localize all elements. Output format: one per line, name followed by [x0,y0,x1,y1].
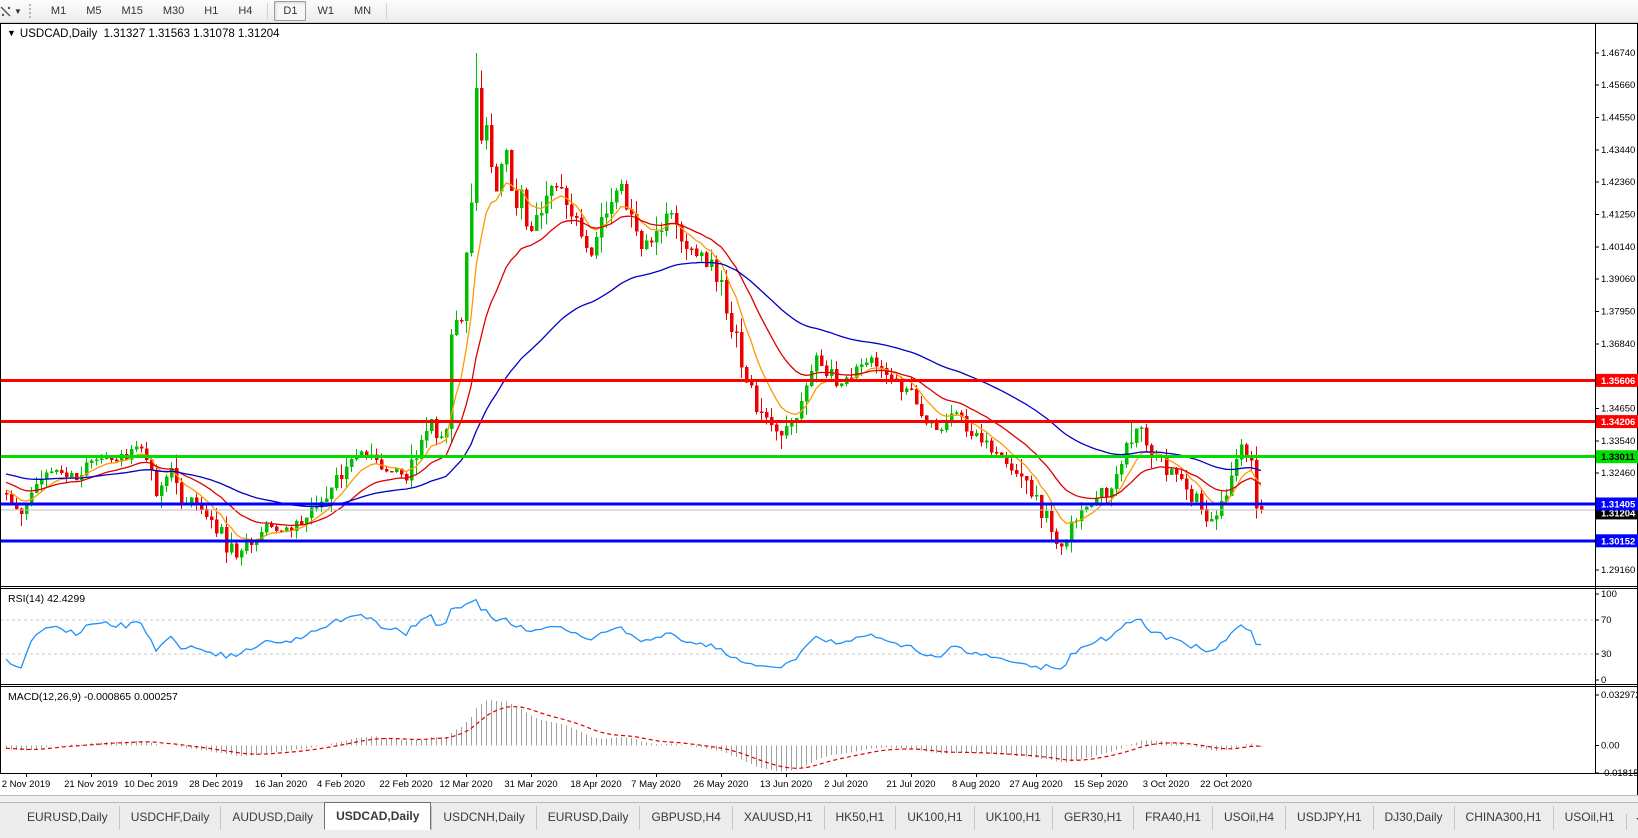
symbol-tab-4-usdcnh-daily[interactable]: USDCNH,Daily [431,806,535,830]
svg-text:1.40140: 1.40140 [1601,242,1635,253]
svg-text:1.31405: 1.31405 [1601,500,1636,511]
svg-text:30: 30 [1601,649,1612,660]
timeframe-button-w1[interactable]: W1 [308,1,343,21]
symbol-tab-9-uk100-h1[interactable]: UK100,H1 [895,806,973,830]
svg-text:0.032972: 0.032972 [1601,690,1638,701]
svg-text:13 Jun 2020: 13 Jun 2020 [760,779,812,790]
svg-text:1.42360: 1.42360 [1601,177,1635,188]
macd-indicator-label: MACD(12,26,9) -0.000865 0.000257 [8,691,178,703]
svg-text:22 Feb 2020: 22 Feb 2020 [379,779,432,790]
symbol-tab-15-dj30-daily[interactable]: DJ30,Daily [1372,806,1454,830]
svg-text:2 Nov 2019: 2 Nov 2019 [2,779,51,790]
svg-text:70: 70 [1601,615,1612,626]
symbol-tab-2-audusd-daily[interactable]: AUDUSD,Daily [220,806,324,830]
timeframe-button-h4[interactable]: H4 [229,1,261,21]
statusbar-spacer [0,795,1638,802]
symbol-tab-0-eurusd-daily[interactable]: EURUSD,Daily [16,806,119,830]
toolbar-dropdown-icon[interactable]: ▼ [14,7,22,16]
svg-text:0: 0 [1601,675,1606,686]
svg-text:1.46740: 1.46740 [1601,48,1635,59]
svg-text:1.29160: 1.29160 [1601,565,1635,576]
chart-title: ▼ USDCAD,Daily 1.31327 1.31563 1.31078 1.… [7,28,280,40]
svg-text:21 Nov 2019: 21 Nov 2019 [64,779,118,790]
chart-window: ▼ USDCAD,Daily 1.31327 1.31563 1.31078 1.… [0,23,1638,795]
svg-text:12 Mar 2020: 12 Mar 2020 [439,779,492,790]
symbol-tab-8-hk50-h1[interactable]: HK50,H1 [823,806,896,830]
svg-text:21 Jul 2020: 21 Jul 2020 [886,779,935,790]
svg-text:31 Mar 2020: 31 Mar 2020 [504,779,557,790]
svg-text:-0.018154: -0.018154 [1601,768,1638,779]
svg-text:1.39060: 1.39060 [1601,274,1635,285]
svg-text:1.45660: 1.45660 [1601,80,1635,91]
svg-text:16 Jan 2020: 16 Jan 2020 [255,779,307,790]
svg-text:1.35606: 1.35606 [1601,376,1635,387]
svg-text:1.32460: 1.32460 [1601,468,1635,479]
symbol-tab-13-usoil-h4[interactable]: USOil,H4 [1212,806,1285,830]
svg-text:2 Jul 2020: 2 Jul 2020 [824,779,868,790]
svg-text:4 Feb 2020: 4 Feb 2020 [317,779,365,790]
timeframe-button-mn[interactable]: MN [345,1,380,21]
svg-text:8 Aug 2020: 8 Aug 2020 [952,779,1000,790]
bottom-strip [0,830,1638,838]
svg-text:1.43440: 1.43440 [1601,145,1635,156]
svg-text:1.30152: 1.30152 [1601,536,1635,547]
svg-text:1.36840: 1.36840 [1601,339,1635,350]
timeframe-button-m15[interactable]: M15 [112,1,151,21]
svg-text:27 Aug 2020: 27 Aug 2020 [1009,779,1062,790]
svg-text:1.44550: 1.44550 [1601,112,1635,123]
timeframe-button-m5[interactable]: M5 [77,1,110,21]
svg-text:100: 100 [1601,589,1617,600]
svg-text:3 Oct 2020: 3 Oct 2020 [1143,779,1189,790]
symbol-tab-17-usoil-h1[interactable]: USOil,H1 [1552,806,1626,830]
timeframe-toolbar: ▼ M1 M5 M15 M30 H1 H4 D1 W1 MN [0,0,1638,23]
svg-text:28 Dec 2019: 28 Dec 2019 [189,779,243,790]
svg-text:1.34650: 1.34650 [1601,404,1635,415]
rsi-indicator-label: RSI(14) 42.4299 [8,593,86,605]
symbol-tab-16-china300-h1[interactable]: CHINA300,H1 [1453,806,1553,830]
svg-text:1.34206: 1.34206 [1601,417,1635,428]
chart-title-symbol: USDCAD,Daily [19,28,98,40]
symbol-tab-12-fra40-h1[interactable]: FRA40,H1 [1132,806,1212,830]
svg-text:7 May 2020: 7 May 2020 [631,779,681,790]
tab-scroll-left-icon[interactable]: ◄ [1635,814,1638,823]
svg-text:18 Apr 2020: 18 Apr 2020 [570,779,621,790]
toolbar-separator [267,3,269,19]
timeframe-button-m1[interactable]: M1 [42,1,75,21]
timeframe-button-m30[interactable]: M30 [154,1,193,21]
svg-text:0.00: 0.00 [1601,740,1620,751]
chart-title-ohlc: 1.31327 1.31563 1.31078 1.31204 [103,28,280,40]
timeframe-button-d1[interactable]: D1 [274,1,307,21]
symbol-tab-11-ger30-h1[interactable]: GER30,H1 [1051,806,1133,830]
svg-text:1.33011: 1.33011 [1601,452,1636,463]
symbol-tab-6-gbpusd-h4[interactable]: GBPUSD,H4 [639,806,731,830]
symbol-tab-10-uk100-h1[interactable]: UK100,H1 [973,806,1052,830]
svg-text:26 May 2020: 26 May 2020 [694,779,749,790]
symbol-tab-5-eurusd-daily[interactable]: EURUSD,Daily [535,806,640,830]
svg-text:10 Dec 2019: 10 Dec 2019 [124,779,178,790]
svg-text:22 Oct 2020: 22 Oct 2020 [1200,779,1252,790]
symbol-tab-1-usdchf-daily[interactable]: USDCHF,Daily [118,806,221,830]
chart-canvas[interactable]: 1.46740 1.45660 1.44550 1.43440 1.42360 1.412… [0,23,1638,795]
symbol-tab-3-usdcad-daily[interactable]: USDCAD,Daily [324,802,432,830]
toolbar-grip [28,4,35,18]
symbol-tabbar: EURUSD,Daily USDCHF,Daily AUDUSD,Daily USDC… [0,802,1638,830]
toolbar-separator [386,3,388,19]
symbol-tab-14-usdjpy-h1[interactable]: USDJPY,H1 [1285,806,1372,830]
crosshair-icon [0,6,11,16]
svg-text:1.33540: 1.33540 [1601,436,1635,447]
cursor-tool-button[interactable]: ▼ [0,4,27,19]
timeframe-button-h1[interactable]: H1 [195,1,227,21]
chart-menu-icon[interactable]: ▼ [7,28,16,38]
tab-scroll-arrows: ◄ ► [1625,814,1638,830]
svg-text:15 Sep 2020: 15 Sep 2020 [1074,779,1128,790]
svg-text:1.37950: 1.37950 [1601,307,1635,318]
symbol-tab-7-xauusd-h1[interactable]: XAUUSD,H1 [731,806,824,830]
svg-text:1.41250: 1.41250 [1601,210,1635,221]
